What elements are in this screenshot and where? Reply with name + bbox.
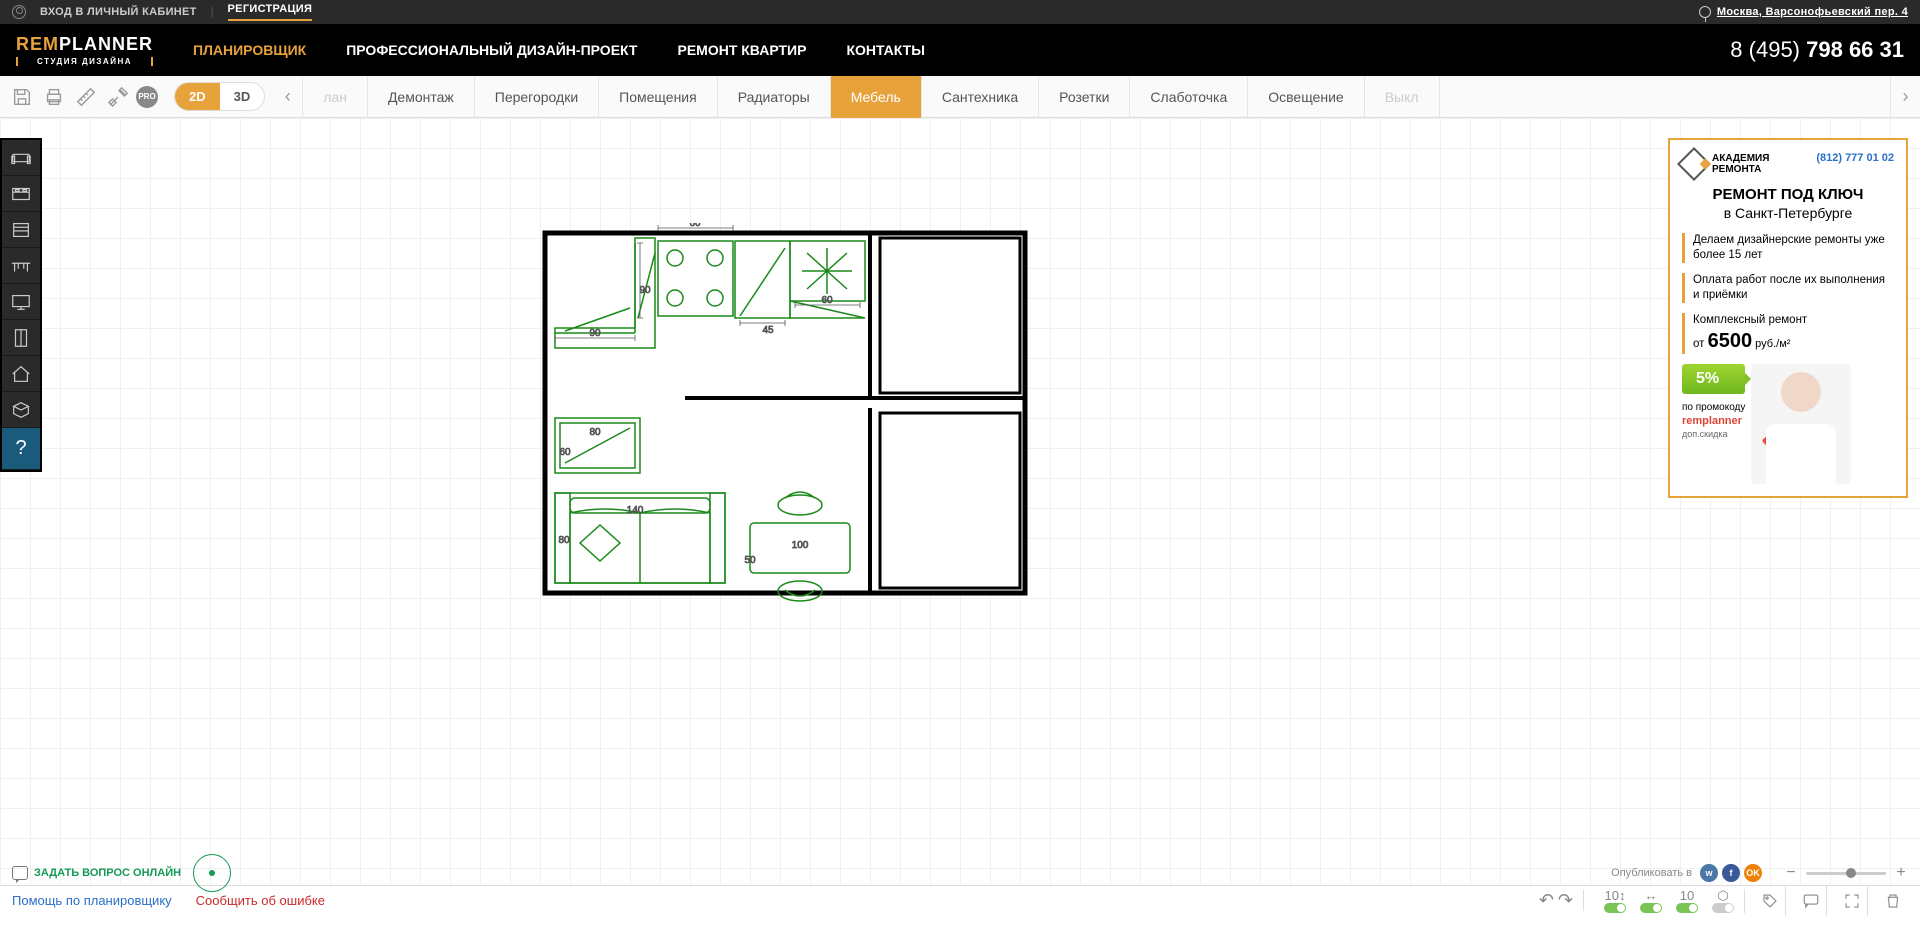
chat-icon [12,866,28,880]
trash-icon[interactable] [1878,886,1908,916]
toggle-shape[interactable] [1712,903,1734,913]
palette-bed[interactable] [2,176,40,212]
ad-panel[interactable]: АКАДЕМИЯРЕМОНТА (812) 777 01 02 РЕМОНТ П… [1668,138,1908,498]
ad-bullet-1: Делаем дизайнерские ремонты уже более 15… [1682,233,1894,263]
tab-rooms[interactable]: Помещения [599,76,718,118]
tab-lighting[interactable]: Освещение [1248,76,1364,118]
palette-dresser[interactable] [2,212,40,248]
mainnav: REMPLANNER СТУДИЯ ДИЗАЙНА ПЛАНИРОВЩИК ПР… [0,24,1920,76]
toolbar: PRO 2D 3D ‹ лан Демонтаж Перегородки Пом… [0,76,1920,118]
tag-icon[interactable] [1755,886,1786,916]
svg-text:60: 60 [559,447,571,458]
svg-text:80: 80 [589,427,601,438]
register-link[interactable]: РЕГИСТРАЦИЯ [228,3,313,21]
palette-sofa[interactable] [2,140,40,176]
tab-switches-partial[interactable]: Выкл [1365,76,1440,118]
zoom-in[interactable]: + [1894,864,1908,882]
svg-text:80: 80 [558,535,570,546]
svg-text:100: 100 [792,540,809,551]
ad-logo: АКАДЕМИЯРЕМОНТА [1682,152,1769,176]
tab-demolition[interactable]: Демонтаж [368,76,475,118]
ask-online-link[interactable]: ЗАДАТЬ ВОПРОС ОНЛАЙН [34,867,181,879]
share-vk-icon[interactable]: w [1700,864,1718,882]
login-link[interactable]: ВХОД В ЛИЧНЫЙ КАБИНЕТ [40,6,197,18]
tab-plan-partial[interactable]: лан [303,76,368,118]
svg-text:140: 140 [627,505,644,516]
planner-help-link[interactable]: Помощь по планировщику [12,893,172,908]
furniture-palette: ? [0,138,42,472]
ad-phone[interactable]: (812) 777 01 02 [1816,152,1894,164]
separator: | [211,6,214,18]
svg-text:90: 90 [639,285,651,296]
palette-table[interactable] [2,248,40,284]
tabs: лан Демонтаж Перегородки Помещения Радиа… [303,76,1890,118]
svg-text:50: 50 [744,555,756,566]
view-toggle: 2D 3D [174,82,265,111]
view-2d[interactable]: 2D [175,83,220,110]
palette-fridge[interactable] [2,320,40,356]
zoom-out[interactable]: − [1784,864,1798,882]
publish-label: Опубликовать в [1611,867,1692,879]
topbar: ВХОД В ЛИЧНЫЙ КАБИНЕТ | РЕГИСТРАЦИЯ Моск… [0,0,1920,24]
palette-house[interactable] [2,356,40,392]
tab-sockets[interactable]: Розетки [1039,76,1130,118]
tab-furniture[interactable]: Мебель [831,76,922,118]
ad-title: РЕМОНТ ПОД КЛЮЧ [1682,186,1894,203]
view-3d[interactable]: 3D [220,83,265,110]
online-indicator [193,854,231,892]
svg-text:60: 60 [689,223,701,229]
redo-icon[interactable]: ↷ [1558,890,1573,911]
user-icon [12,5,26,19]
tools-icon[interactable] [104,83,132,111]
ruler-icon[interactable] [72,83,100,111]
tab-lowcurrent[interactable]: Слаботочка [1130,76,1248,118]
undo-icon[interactable]: ↶ [1539,890,1554,911]
palette-tv[interactable] [2,284,40,320]
comment-icon[interactable] [1796,886,1827,916]
share-fb-icon[interactable]: f [1722,864,1740,882]
tabs-prev[interactable]: ‹ [273,77,303,117]
svg-text:45: 45 [762,325,774,336]
svg-text:90: 90 [589,328,601,339]
svg-text:60: 60 [821,295,833,306]
save-icon[interactable] [8,83,36,111]
logo[interactable]: REMPLANNER СТУДИЯ ДИЗАЙНА [16,34,153,66]
workspace[interactable]: ? [0,118,1920,885]
report-error-link[interactable]: Сообщить об ошибке [196,893,325,908]
pro-badge[interactable]: PRO [136,86,158,108]
tab-plumbing[interactable]: Сантехника [922,76,1039,118]
toggle-dims[interactable] [1604,903,1626,913]
tab-partitions[interactable]: Перегородки [475,76,599,118]
palette-misc[interactable] [2,392,40,428]
nav-contacts[interactable]: КОНТАКТЫ [846,42,924,58]
nav-planner[interactable]: ПЛАНИРОВЩИК [193,42,306,58]
zoom-slider[interactable] [1806,872,1886,875]
ad-discount: 5% [1682,364,1745,394]
pin-icon [1699,6,1711,18]
ad-person-image [1751,364,1851,484]
nav-design[interactable]: ПРОФЕССИОНАЛЬНЫЙ ДИЗАЙН-ПРОЕКТ [346,42,637,58]
fullscreen-icon[interactable] [1837,886,1868,916]
palette-help[interactable]: ? [2,428,40,470]
print-icon[interactable] [40,83,68,111]
toggle-grid[interactable] [1676,903,1698,913]
location-link[interactable]: Москва, Варсонофьевский пер. 4 [1717,6,1908,18]
phone[interactable]: 8 (495) 798 66 31 [1730,37,1904,63]
toggle-snap[interactable] [1640,903,1662,913]
ad-bullet-2: Оплата работ после их выполнения и приём… [1682,273,1894,303]
floorplan[interactable]: 60 90 90 45 60 80 60 140 80 100 50 [540,223,1030,603]
workspace-statusbar: ЗАДАТЬ ВОПРОС ОНЛАЙН Опубликовать в w f … [0,861,1920,885]
ad-subtitle: в Санкт-Петербурге [1682,205,1894,221]
tab-radiators[interactable]: Радиаторы [718,76,831,118]
nav-renovation[interactable]: РЕМОНТ КВАРТИР [677,42,806,58]
share-ok-icon[interactable]: OK [1744,864,1762,882]
ad-bullet-3: Комплексный ремонт от 6500 руб./м² [1682,313,1894,354]
footer: Помощь по планировщику Сообщить об ошибк… [0,885,1920,915]
tabs-next[interactable]: › [1890,77,1920,117]
